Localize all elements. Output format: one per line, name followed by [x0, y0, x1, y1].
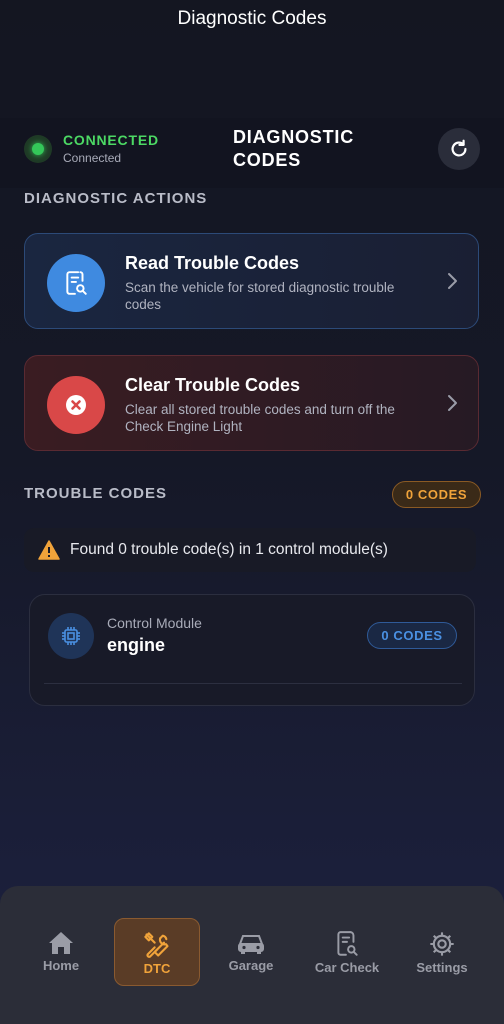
read-trouble-codes-card[interactable]: Read Trouble Codes Scan the vehicle for … — [24, 233, 479, 329]
refresh-icon — [451, 139, 467, 157]
control-module-name: engine — [107, 635, 166, 655]
module-codes-badge: 0 CODES — [367, 622, 457, 649]
warning-icon — [38, 540, 60, 560]
module-divider — [44, 683, 462, 684]
bottom-tab-bar: Home DTC Garage Car Check Settings — [0, 886, 504, 1024]
tab-settings[interactable]: Settings — [408, 918, 476, 986]
tab-car-check-label: Car Check — [314, 960, 380, 975]
chip-icon — [48, 613, 94, 659]
trouble-codes-count-badge: 0 CODES — [392, 481, 481, 508]
tab-garage[interactable]: Garage — [220, 918, 282, 986]
control-module-card[interactable]: Control Module engine 0 CODES — [29, 594, 475, 706]
clear-trouble-codes-description: Clear all stored trouble codes and turn … — [125, 402, 395, 434]
scan-summary-text: Found 0 trouble code(s) in 1 control mod… — [70, 541, 388, 558]
connection-status-subtitle: Connected — [63, 151, 122, 165]
scan-summary-banner: Found 0 trouble code(s) in 1 control mod… — [24, 528, 476, 572]
tab-settings-label: Settings — [416, 960, 468, 975]
clear-trouble-codes-card[interactable]: Clear Trouble Codes Clear all stored tro… — [24, 355, 479, 451]
close-circle-icon — [47, 376, 105, 434]
car-icon — [238, 935, 264, 954]
tab-dtc-label: DTC — [143, 961, 171, 976]
gear-icon — [430, 932, 454, 956]
house-icon — [49, 932, 73, 954]
connection-indicator-icon — [24, 135, 52, 163]
page-heading: DIAGNOSTIC CODES — [233, 126, 393, 172]
control-module-label: Control Module — [107, 615, 202, 631]
read-trouble-codes-description: Scan the vehicle for stored diagnostic t… — [125, 280, 395, 312]
chevron-right-icon — [448, 273, 457, 289]
tab-home-label: Home — [42, 958, 80, 973]
connection-status-title: CONNECTED — [63, 132, 159, 148]
chevron-right-icon — [448, 395, 457, 411]
document-search-icon — [47, 254, 105, 312]
page-heading-line2: CODES — [233, 150, 302, 170]
diagnostic-actions-label: DIAGNOSTIC ACTIONS — [24, 190, 208, 207]
tab-home[interactable]: Home — [30, 918, 92, 986]
refresh-button[interactable] — [438, 128, 480, 170]
clear-trouble-codes-title: Clear Trouble Codes — [125, 375, 301, 395]
trouble-codes-label: TROUBLE CODES — [24, 485, 168, 502]
tools-icon — [144, 932, 169, 958]
connection-status-bar: CONNECTED Connected DIAGNOSTIC CODES — [0, 118, 504, 188]
read-trouble-codes-title: Read Trouble Codes — [125, 253, 300, 273]
report-icon — [337, 931, 358, 956]
tab-car-check[interactable]: Car Check — [306, 918, 388, 986]
page-heading-line1: DIAGNOSTIC — [233, 127, 355, 147]
tab-dtc[interactable]: DTC — [114, 918, 200, 986]
nav-title: Diagnostic Codes — [177, 8, 327, 29]
tab-garage-label: Garage — [228, 958, 274, 973]
